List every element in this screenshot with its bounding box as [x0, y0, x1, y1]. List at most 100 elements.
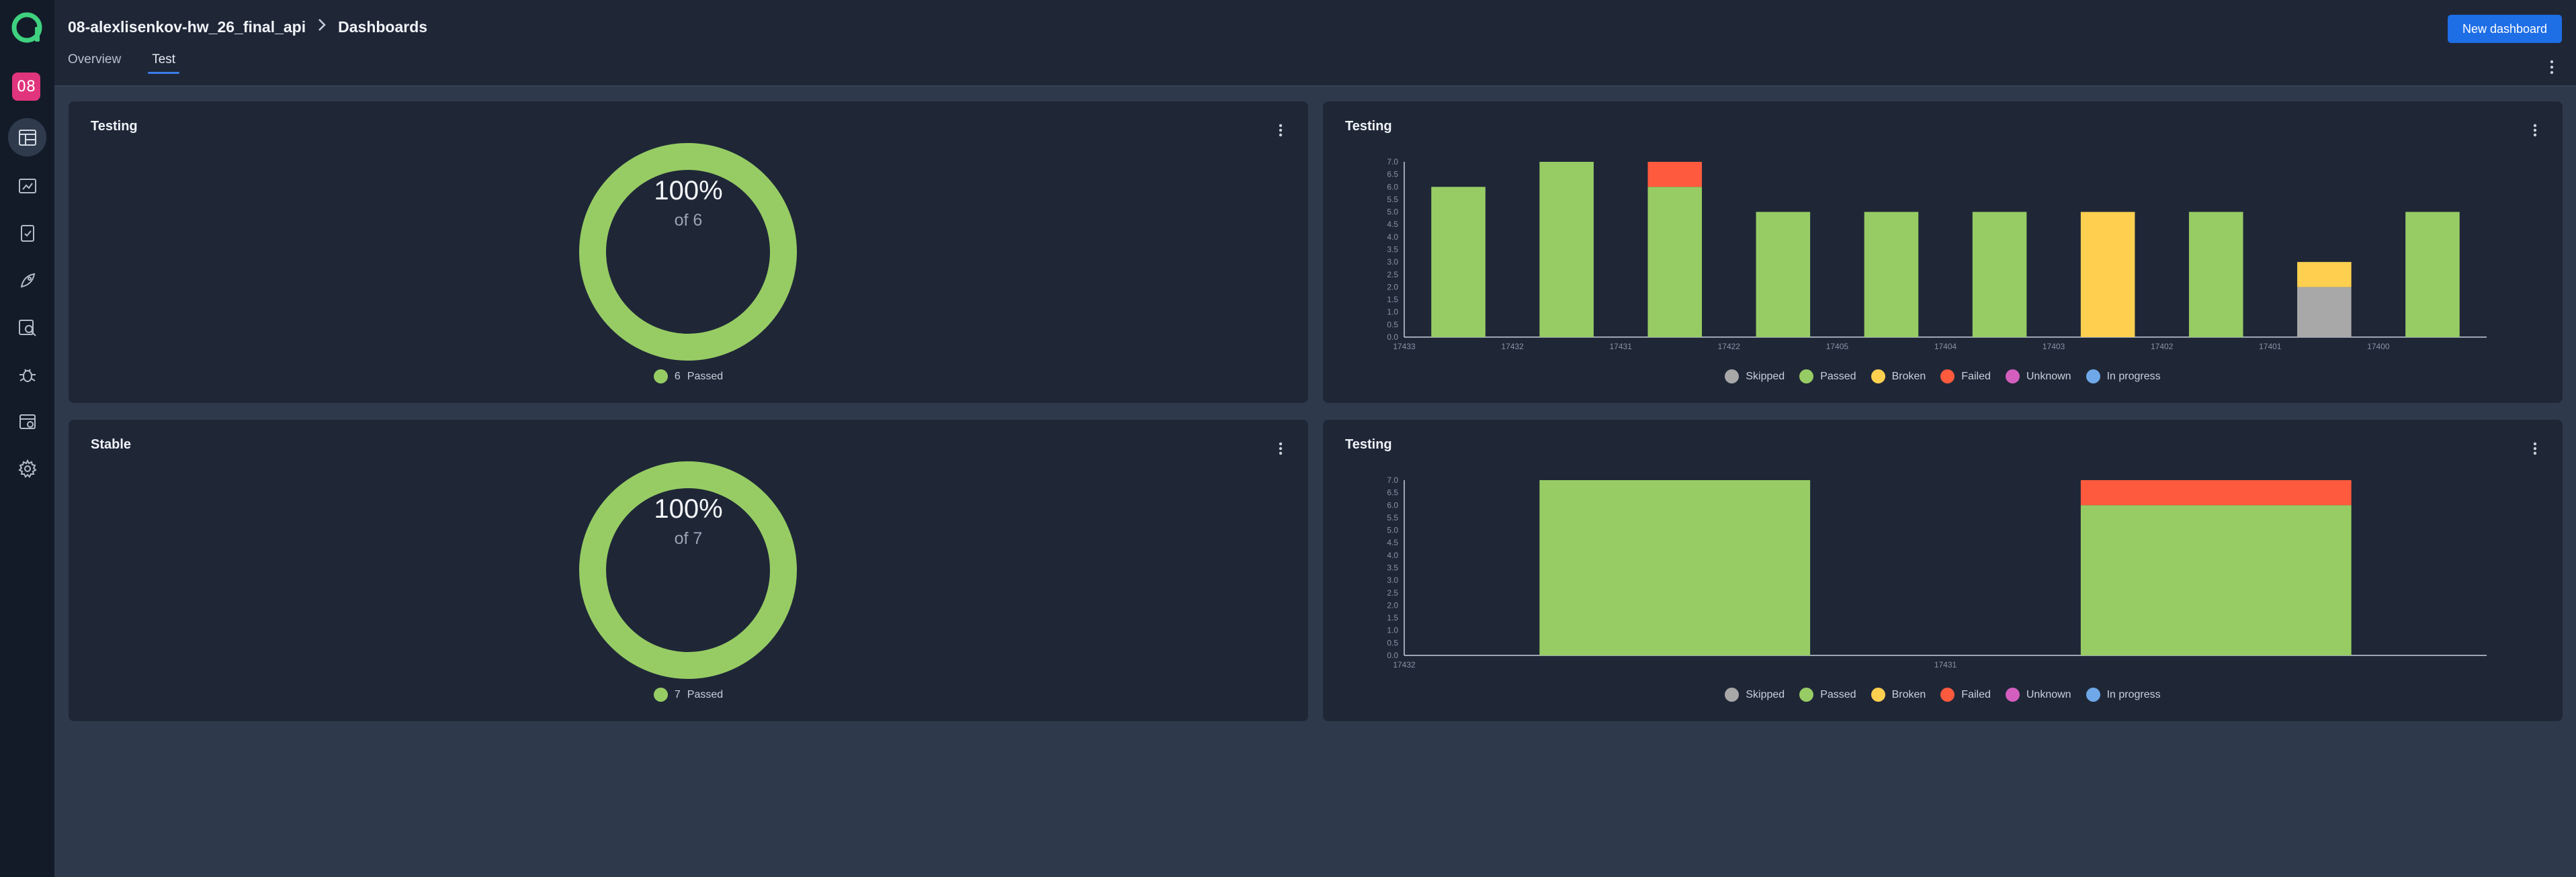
legend-item-broken[interactable]: Broken — [1871, 688, 1926, 702]
x-tick-label: 17432 — [1393, 660, 1416, 670]
environment-icon — [19, 414, 36, 429]
bar-segment-passed[interactable] — [1539, 162, 1594, 337]
legend-item-passed[interactable]: Passed — [1799, 688, 1856, 702]
x-tick-label: 17403 — [2043, 342, 2065, 351]
bar-chart: 0.0 0.5 1.0 1.5 2.0 2.5 3.0 3.5 4.0 4.5 5.0 5.5 6.0 6… — [1387, 157, 2487, 351]
gear-icon — [17, 459, 37, 478]
legend-dot — [2086, 688, 2100, 702]
widget-pie-stable: Stable 100% of 7 7 Passed — [69, 420, 1308, 721]
bar-segment-broken[interactable] — [2080, 212, 2135, 337]
y-tick-label: 2.5 — [1387, 270, 1398, 279]
y-tick-label: 2.5 — [1387, 588, 1398, 598]
legend-item-skipped[interactable]: Skipped — [1725, 688, 1785, 702]
bar-segment-passed[interactable] — [1864, 212, 1919, 337]
legend-label: Unknown — [2026, 688, 2071, 700]
breadcrumb-section: Dashboards — [338, 17, 428, 36]
widget-pie-testing: Testing 100% of 6 6 Passed — [69, 101, 1308, 403]
y-tick-label: 0.0 — [1387, 332, 1398, 342]
legend-dot — [1871, 688, 1885, 702]
bar-segment-passed[interactable] — [2188, 212, 2243, 337]
bar-segment-broken[interactable] — [2297, 262, 2352, 287]
dashboard-icon — [18, 129, 36, 146]
bar-segment-passed[interactable] — [1539, 480, 1811, 655]
bar-segment-passed[interactable] — [1972, 212, 2027, 337]
legend-item-failed[interactable]: Failed — [1940, 369, 1991, 383]
allure-logo-icon[interactable] — [11, 12, 42, 44]
y-tick-label: 5.0 — [1387, 207, 1398, 217]
nav-search[interactable] — [8, 308, 46, 347]
legend-item-unknown[interactable]: Unknown — [2005, 688, 2071, 702]
x-tick-label: 17433 — [1393, 342, 1416, 351]
donut-chart — [579, 143, 797, 361]
pie-legend: 6 Passed — [69, 369, 1308, 383]
tab-overview[interactable]: Overview — [68, 52, 121, 74]
bar-segment-passed[interactable] — [2405, 212, 2460, 337]
legend-item-failed[interactable]: Failed — [1940, 688, 1991, 702]
legend-dot — [1940, 688, 1955, 702]
y-tick-label: 6.0 — [1387, 182, 1398, 191]
nav-launches[interactable] — [8, 167, 46, 205]
donut-percent: 100% — [654, 494, 723, 524]
nav-dashboards[interactable] — [8, 118, 46, 156]
y-tick-label: 6.5 — [1387, 488, 1398, 498]
bar-segment-passed[interactable] — [2080, 505, 2352, 655]
header: 08-alexlisenkov-hw_26_final_api Dashboar… — [54, 0, 2576, 87]
nav-settings[interactable] — [8, 449, 46, 488]
y-tick-label: 3.0 — [1387, 575, 1398, 585]
dashboard-tabs: Overview Test — [68, 52, 179, 74]
y-tick-label: 5.5 — [1387, 195, 1398, 204]
legend-dot-passed — [653, 369, 668, 383]
legend-item-unknown[interactable]: Unknown — [2005, 369, 2071, 383]
legend-item-broken[interactable]: Broken — [1871, 369, 1926, 383]
y-tick-label: 3.0 — [1387, 257, 1398, 267]
breadcrumb-project[interactable]: 08-alexlisenkov-hw_26_final_api — [68, 18, 306, 36]
nav-defects[interactable] — [8, 355, 46, 394]
bar-segment-passed[interactable] — [1647, 187, 1703, 337]
legend-label: Passed — [1820, 688, 1856, 700]
legend-label: Passed — [1820, 370, 1856, 382]
widget-bar-testing: Testing 0.0 0.5 1.0 1.5 2.0 2.5 3.0 3.5 4.0 4.5 5.… — [1323, 101, 2563, 403]
more-options-icon[interactable] — [2548, 59, 2556, 75]
legend-label: Broken — [1891, 370, 1926, 382]
y-tick-label: 3.5 — [1387, 563, 1398, 573]
legend-label: Unknown — [2026, 370, 2071, 382]
y-tick-label: 3.5 — [1387, 245, 1398, 255]
project-badge[interactable]: 08 — [12, 73, 40, 101]
bar-segment-skipped[interactable] — [2297, 287, 2352, 337]
bar-segment-failed[interactable] — [2080, 480, 2352, 506]
clipboard-check-icon — [20, 224, 34, 242]
legend-dot — [2005, 369, 2020, 383]
y-tick-label: 0.0 — [1387, 651, 1398, 660]
legend-count: 6 — [674, 370, 681, 382]
legend-item-skipped[interactable]: Skipped — [1725, 369, 1785, 383]
bar-segment-passed[interactable] — [1431, 187, 1486, 337]
bar-segment-passed[interactable] — [1756, 212, 1811, 337]
legend-dot — [1940, 369, 1955, 383]
launches-icon — [18, 178, 36, 193]
new-dashboard-button[interactable]: New dashboard — [2448, 15, 2562, 43]
sidebar: 08 — [0, 0, 54, 877]
bug-icon — [19, 368, 36, 382]
legend-dot — [1725, 688, 1740, 702]
y-tick-label: 2.0 — [1387, 282, 1398, 291]
bar-segment-failed[interactable] — [1647, 162, 1703, 187]
x-tick-label: 17402 — [2151, 342, 2174, 351]
legend-label: In progress — [2106, 370, 2161, 382]
legend-label: Skipped — [1746, 370, 1785, 382]
y-tick-label: 1.5 — [1387, 295, 1398, 304]
y-tick-label: 0.5 — [1387, 638, 1398, 647]
bar-legend: Skipped Passed Broken Failed Unknown In progr… — [1323, 369, 2563, 383]
donut-total: of 7 — [674, 529, 703, 548]
y-tick-label: 4.5 — [1387, 220, 1398, 229]
nav-environments[interactable] — [8, 402, 46, 441]
tab-test[interactable]: Test — [148, 52, 179, 74]
legend-item-in-progress[interactable]: In progress — [2086, 369, 2161, 383]
legend-item-in-progress[interactable]: In progress — [2086, 688, 2161, 702]
nav-jobs[interactable] — [8, 261, 46, 299]
legend-label: Broken — [1891, 688, 1926, 700]
y-tick-label: 2.0 — [1387, 600, 1398, 610]
y-tick-label: 1.0 — [1387, 626, 1398, 635]
y-tick-label: 4.0 — [1387, 232, 1398, 242]
nav-test-cases[interactable] — [8, 214, 46, 252]
legend-item-passed[interactable]: Passed — [1799, 369, 1856, 383]
